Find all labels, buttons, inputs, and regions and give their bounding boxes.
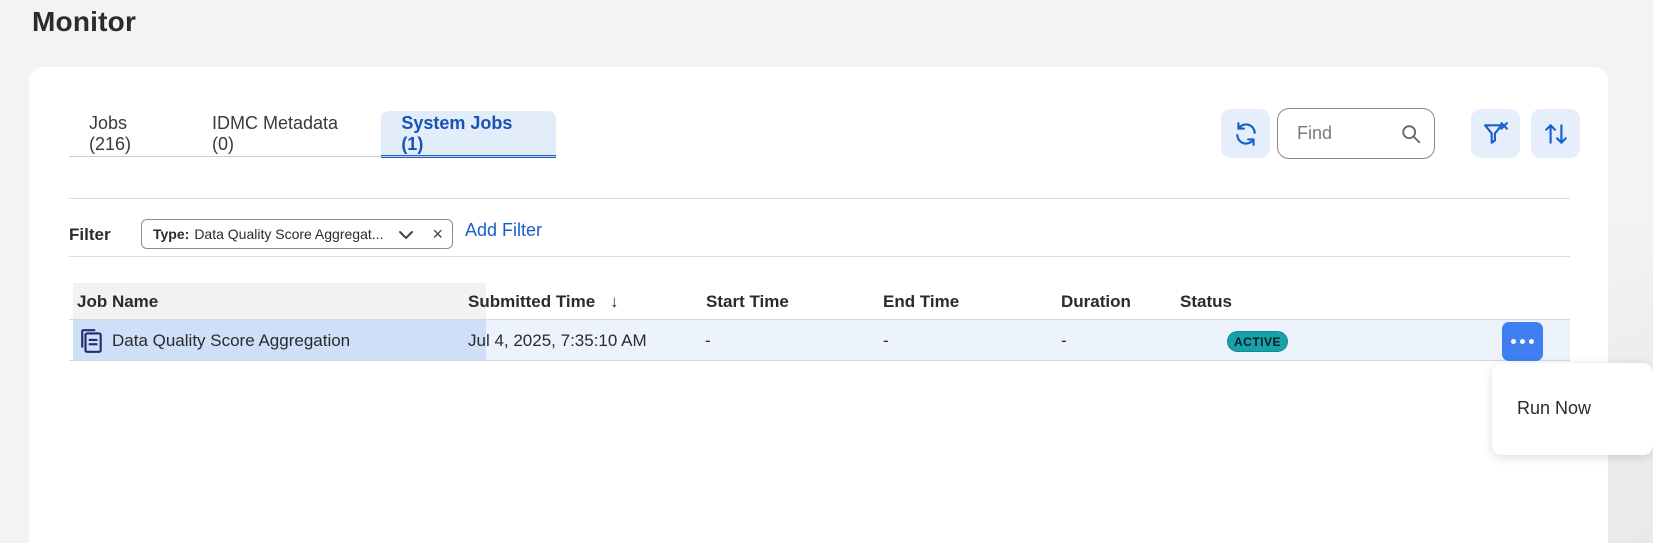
chevron-down-icon[interactable]: [398, 229, 414, 241]
start-time: -: [705, 331, 711, 350]
filter-chip-value: Data Quality Score Aggregat...: [194, 226, 384, 242]
column-header-submitted-time[interactable]: Submitted Time ↓: [468, 292, 618, 312]
menu-item-run-now[interactable]: Run Now: [1517, 398, 1591, 419]
sort-button[interactable]: [1531, 109, 1580, 158]
column-header-start-time[interactable]: Start Time: [706, 292, 789, 312]
sort-desc-icon: ↓: [609, 292, 619, 311]
filter-chip-key: Type:: [153, 226, 190, 242]
tab-jobs[interactable]: Jobs (216): [69, 111, 192, 157]
filter-chip-type[interactable]: Type: Data Quality Score Aggregat... ×: [141, 219, 453, 249]
find-input[interactable]: [1297, 123, 1397, 144]
column-header-end-time[interactable]: End Time: [883, 292, 959, 312]
page-title: Monitor: [32, 6, 137, 37]
search-icon[interactable]: [1400, 123, 1422, 145]
job-name[interactable]: Data Quality Score Aggregation: [112, 331, 350, 351]
monitor-card: Jobs (216) IDMC Metadata (0) System Jobs…: [29, 67, 1608, 543]
filter-clear-icon: [1483, 121, 1508, 144]
status-badge: ACTIVE: [1227, 331, 1289, 352]
table-row[interactable]: Data Quality Score Aggregation Jul 4, 20…: [73, 320, 1570, 360]
column-header-duration[interactable]: Duration: [1061, 292, 1131, 312]
sort-icon: [1544, 123, 1567, 144]
divider: [69, 198, 1570, 199]
divider: [69, 256, 1570, 257]
tab-bar: Jobs (216) IDMC Metadata (0) System Jobs…: [69, 111, 557, 158]
filter-chip-remove-icon[interactable]: ×: [432, 224, 443, 245]
row-actions-button[interactable]: [1502, 322, 1543, 361]
column-header-job-name[interactable]: Job Name: [77, 292, 158, 312]
row-actions-menu: Run Now: [1492, 363, 1653, 455]
duration: -: [1061, 331, 1067, 350]
filter-label: Filter: [69, 225, 111, 244]
tab-idmc-metadata[interactable]: IDMC Metadata (0): [192, 111, 381, 157]
table-header: Job Name Submitted Time ↓ Start Time End…: [73, 283, 1570, 319]
add-filter-link[interactable]: Add Filter: [465, 220, 542, 241]
refresh-button[interactable]: [1221, 109, 1270, 158]
column-header-status[interactable]: Status: [1180, 292, 1232, 312]
end-time: -: [883, 331, 889, 350]
submitted-time: Jul 4, 2025, 7:35:10 AM: [468, 331, 647, 350]
tab-system-jobs[interactable]: System Jobs (1): [381, 111, 557, 158]
job-copy-icon: [81, 329, 102, 353]
clear-filters-button[interactable]: [1471, 109, 1520, 158]
refresh-icon: [1235, 121, 1256, 146]
row-divider: [69, 360, 1570, 361]
job-name-cell: Data Quality Score Aggregation: [73, 320, 486, 360]
find-input-wrapper: [1277, 108, 1435, 159]
tab-divider: [69, 156, 556, 157]
